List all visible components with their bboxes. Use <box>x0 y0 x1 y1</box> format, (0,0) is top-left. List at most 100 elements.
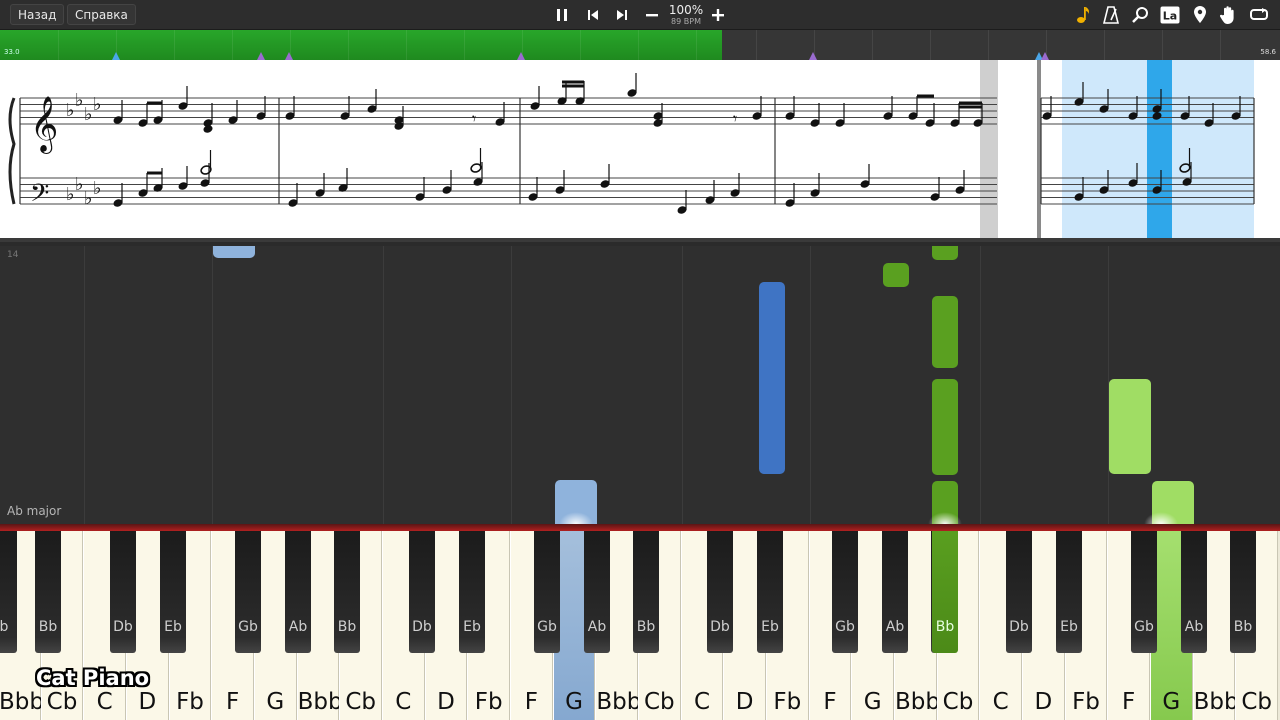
pause-icon[interactable] <box>552 3 572 27</box>
black-key[interactable]: Eb <box>459 524 485 653</box>
score-staves: 𝄞𝄢♭ ♭♭ ♭♭ ♭♭ ♭𝄾 𝄾 <box>8 60 1255 238</box>
black-key[interactable]: Eb <box>1056 524 1082 653</box>
metronome-icon[interactable] <box>1101 3 1121 27</box>
black-key-label: Eb <box>463 619 481 635</box>
note-name-icon[interactable]: La <box>1159 3 1181 27</box>
black-key-label: Bb <box>636 619 656 635</box>
white-key-label: Cb <box>345 689 376 715</box>
black-key[interactable]: b <box>0 524 17 653</box>
keyboard-top-strip <box>0 524 1280 531</box>
black-key[interactable]: Ab <box>882 524 908 653</box>
black-key[interactable]: Bb <box>1230 524 1256 653</box>
black-key-label: Gb <box>1134 619 1154 635</box>
white-key-label: C <box>395 689 412 715</box>
black-key[interactable]: Gb <box>1131 524 1157 653</box>
back-button[interactable]: Назад <box>10 4 65 25</box>
white-key-label: D <box>437 689 455 715</box>
black-key[interactable]: Bb <box>35 524 61 653</box>
black-key[interactable]: Bb <box>334 524 360 653</box>
hit-spark <box>928 512 962 524</box>
black-key-label: Bb <box>38 619 58 635</box>
tempo-readout: 89 BPM <box>671 17 701 26</box>
white-key-label: C <box>96 689 113 715</box>
page-edge <box>980 60 998 238</box>
black-key[interactable]: Db <box>110 524 136 653</box>
black-key[interactable]: Db <box>409 524 435 653</box>
hand-icon[interactable] <box>1218 3 1240 27</box>
svg-text:La: La <box>1163 10 1177 23</box>
timeline-marker[interactable] <box>257 52 265 60</box>
white-key-label: Fb <box>1072 689 1100 715</box>
white-key-label: Cb <box>942 689 974 715</box>
piano-keyboard[interactable]: Bbb Cb C D Fb F G Bbb Cb C D Fb F G Bbb Cb C D Fb F G Bbb Cb C D… <box>0 524 1280 720</box>
skip-forward-icon[interactable] <box>612 3 632 27</box>
black-key-label: Bb <box>337 619 357 635</box>
black-key[interactable]: Db <box>1006 524 1032 653</box>
falling-note <box>759 282 785 474</box>
black-key-label: Db <box>1009 619 1029 635</box>
black-key[interactable]: Eb <box>160 524 186 653</box>
black-key-label: Bb <box>935 619 955 635</box>
falling-note <box>932 296 958 368</box>
sheet-music[interactable]: 𝄞 𝄢 ♭ ♭ ♭ ♭ ♭ ♭ ♭ ♭ 𝄾 𝄾 <box>0 60 1280 242</box>
channel-watermark: Cat Piano <box>36 666 150 690</box>
rest: 𝄾 <box>472 109 476 128</box>
black-key-label: Eb <box>1060 619 1078 635</box>
minus-icon[interactable] <box>643 3 661 27</box>
timeline-marker[interactable] <box>809 52 817 60</box>
black-key[interactable]: Db <box>707 524 733 653</box>
magnifier-icon[interactable] <box>1130 3 1150 27</box>
skip-back-icon[interactable] <box>583 3 603 27</box>
white-key-label: C <box>992 689 1009 715</box>
black-key-label: Eb <box>761 619 779 635</box>
timeline-start-time: 33.0 <box>4 48 20 56</box>
falling-note <box>1109 379 1151 474</box>
white-key-label: Bbb <box>596 689 642 715</box>
map-pin-icon[interactable] <box>1190 3 1210 27</box>
falling-note <box>213 246 255 258</box>
black-key-label: Ab <box>288 619 308 635</box>
timeline-marker[interactable] <box>1041 52 1049 60</box>
song-timeline[interactable]: 33.0 58.6 <box>0 30 1280 60</box>
white-key-label: G <box>266 689 285 715</box>
black-key[interactable]: Bb <box>633 524 659 653</box>
black-key[interactable]: Gb <box>235 524 261 653</box>
timeline-marker[interactable] <box>285 52 293 60</box>
white-key-label: F <box>524 689 538 715</box>
white-key-label: Cb <box>46 689 78 715</box>
white-key-label: G <box>565 689 583 715</box>
white-key-label: F <box>1122 689 1136 715</box>
flat-sign: ♭ <box>66 184 75 205</box>
white-key-label: G <box>863 689 882 715</box>
key-signature-label: Ab major <box>7 504 62 518</box>
black-key-label: Gb <box>238 619 258 635</box>
note-icon[interactable] <box>1073 3 1093 27</box>
black-key[interactable]: Ab <box>285 524 311 653</box>
black-key-label: Ab <box>885 619 905 635</box>
help-button[interactable]: Справка <box>67 4 136 25</box>
bass-clef: 𝄢 <box>30 179 49 214</box>
loop-icon[interactable] <box>1248 3 1270 27</box>
plus-icon[interactable] <box>709 3 727 27</box>
black-key-label: Db <box>412 619 432 635</box>
black-key[interactable]: Eb <box>757 524 783 653</box>
black-key-label: Db <box>113 619 133 635</box>
flat-sign: ♭ <box>84 104 93 125</box>
white-key-label: Fb <box>176 689 204 715</box>
white-key-label: Cb <box>1241 689 1272 715</box>
white-key-label: D <box>138 689 157 715</box>
black-key[interactable]: Ab <box>1181 524 1207 653</box>
black-key[interactable]: Gb <box>832 524 858 653</box>
black-key-pressed[interactable]: Bb <box>932 524 958 653</box>
black-key[interactable]: Gb <box>534 524 560 653</box>
white-key-label: Bbb <box>895 689 940 715</box>
flat-sign: ♭ <box>84 188 93 209</box>
white-key-label: Fb <box>773 689 802 715</box>
timeline-progress <box>0 30 722 60</box>
black-key[interactable]: Ab <box>584 524 610 653</box>
white-key-label: C <box>693 689 711 715</box>
timeline-marker[interactable] <box>517 52 525 60</box>
flat-sign: ♭ <box>75 174 84 195</box>
timeline-marker[interactable] <box>112 52 120 60</box>
flat-sign: ♭ <box>93 94 102 115</box>
